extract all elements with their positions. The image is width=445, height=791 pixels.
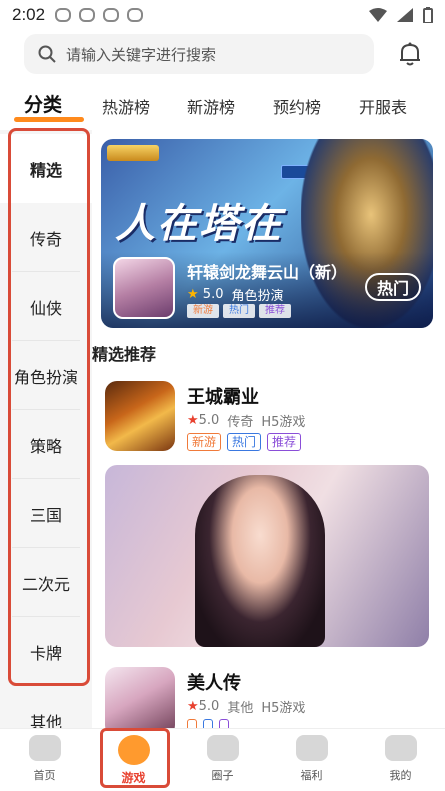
- search-icon: [38, 45, 56, 63]
- featured-artwork-image[interactable]: [105, 465, 429, 647]
- cloud-icon: [127, 8, 144, 22]
- wifi-icon: [369, 8, 387, 22]
- game-title[interactable]: 美人传: [187, 669, 241, 695]
- section-title: 精选推荐: [92, 345, 157, 364]
- nav-label: 圈子: [211, 769, 234, 782]
- banner-rating: 5.0: [202, 287, 224, 302]
- banner-genre: 角色扮演: [231, 289, 284, 304]
- star-icon: ★: [187, 413, 199, 428]
- category-sidebar: 精选 传奇 仙侠 角色扮演 策略 三国 二次元 卡牌 其他: [0, 130, 92, 732]
- sidebar-item-label: 传奇: [29, 229, 62, 249]
- sidebar-item-anime[interactable]: 二次元: [0, 548, 92, 617]
- profile-icon: [384, 735, 417, 761]
- sidebar-item-xianxia[interactable]: 仙侠: [0, 272, 92, 341]
- nav-label: 福利: [300, 769, 323, 782]
- sidebar-item-legend[interactable]: 传奇: [0, 203, 92, 272]
- notification-icons: [55, 8, 144, 22]
- star-icon: ★: [187, 699, 199, 714]
- gift-icon: [295, 735, 328, 761]
- search-row: 请输入关键字进行搜索: [0, 34, 445, 76]
- nav-welfare[interactable]: 福利: [267, 735, 356, 791]
- game-list-item[interactable]: 王城霸业 ★5.0 传奇 H5游戏 新游 热门 推荐: [105, 381, 435, 457]
- game-rating: 5.0: [198, 413, 220, 428]
- banner-tags: 新游 热门 推荐: [187, 304, 291, 318]
- nav-label: 游戏: [121, 771, 146, 785]
- chat-icon: [206, 735, 239, 761]
- character-portrait: [195, 475, 325, 647]
- game-logo: [107, 145, 159, 161]
- sidebar-item-label: 卡牌: [29, 643, 62, 663]
- game-icon[interactable]: [105, 381, 175, 451]
- game-bubble-icon: [117, 735, 150, 765]
- nav-label: 我的: [389, 769, 412, 782]
- nav-games[interactable]: 游戏: [89, 735, 178, 791]
- featured-banner[interactable]: 人在塔在 轩辕剑龙舞云山（新） ★ 5.0 角色扮演 新游 热门 推荐 热门: [101, 139, 433, 328]
- hot-button[interactable]: 热门: [365, 273, 421, 301]
- game-genre: 传奇: [227, 415, 254, 430]
- tab-server-list[interactable]: 开服表: [359, 94, 407, 118]
- sidebar-item-label: 仙侠: [29, 298, 62, 318]
- sidebar-item-label: 角色扮演: [13, 367, 78, 387]
- battery-icon: [423, 7, 433, 23]
- tab-classification[interactable]: 分类: [24, 90, 62, 117]
- status-bar: 2:02: [0, 0, 445, 30]
- cloud-icon: [79, 8, 96, 22]
- banner-game-thumbnail[interactable]: [113, 257, 175, 319]
- tag-recommend: 推荐: [259, 304, 291, 318]
- game-rating: 5.0: [198, 699, 220, 714]
- nav-home[interactable]: 首页: [0, 735, 89, 791]
- game-meta: ★5.0 传奇 H5游戏: [187, 411, 305, 430]
- game-platform: H5游戏: [261, 701, 306, 716]
- star-icon: ★: [187, 287, 199, 302]
- app-notification-icon: [55, 8, 72, 22]
- bottom-navigation: 首页 游戏 圈子 福利 我的: [0, 728, 445, 791]
- banner-game-name[interactable]: 轩辕剑龙舞云山（新）: [187, 259, 347, 283]
- sidebar-item-featured[interactable]: 精选: [0, 134, 92, 203]
- gamepad-icon: [28, 735, 61, 761]
- system-icons: [369, 7, 433, 23]
- game-meta: ★5.0 其他 H5游戏: [187, 697, 305, 716]
- tag-hot: 热门: [223, 304, 255, 318]
- bell-icon[interactable]: [396, 40, 424, 68]
- sidebar-item-rpg[interactable]: 角色扮演: [0, 341, 92, 410]
- sidebar-item-three-kingdoms[interactable]: 三国: [0, 479, 92, 548]
- active-tab-indicator: [14, 117, 84, 122]
- tag-new: 新游: [187, 433, 222, 451]
- tag-new: 新游: [187, 304, 219, 318]
- banner-game-meta: ★ 5.0 角色扮演: [187, 285, 284, 304]
- tag-hot: 热门: [227, 433, 262, 451]
- sidebar-item-card[interactable]: 卡牌: [0, 617, 92, 686]
- tab-reservations[interactable]: 预约榜: [273, 94, 321, 118]
- banner-title: 人在塔在: [115, 201, 283, 247]
- sidebar-item-label: 精选: [29, 160, 62, 180]
- sidebar-item-label: 二次元: [21, 574, 70, 594]
- nav-profile[interactable]: 我的: [356, 735, 445, 791]
- game-icon[interactable]: [105, 667, 175, 737]
- sidebar-item-label: 三国: [29, 505, 62, 525]
- game-title[interactable]: 王城霸业: [187, 383, 259, 409]
- tab-new-games[interactable]: 新游榜: [187, 94, 235, 118]
- game-genre: 其他: [227, 701, 254, 716]
- nav-label: 首页: [33, 769, 56, 782]
- game-platform: H5游戏: [261, 415, 306, 430]
- tag-recommend: 推荐: [267, 433, 302, 451]
- signal-icon: [397, 8, 413, 22]
- game-tags: 新游 热门 推荐: [187, 433, 302, 451]
- sidebar-item-label: 策略: [29, 436, 62, 456]
- nav-community[interactable]: 圈子: [178, 735, 267, 791]
- status-time: 2:02: [12, 5, 46, 24]
- sidebar-item-strategy[interactable]: 策略: [0, 410, 92, 479]
- search-input[interactable]: 请输入关键字进行搜索: [24, 34, 374, 74]
- search-placeholder: 请输入关键字进行搜索: [66, 45, 217, 64]
- tab-hot-games[interactable]: 热游榜: [102, 94, 150, 118]
- app-notification-icon: [103, 8, 120, 22]
